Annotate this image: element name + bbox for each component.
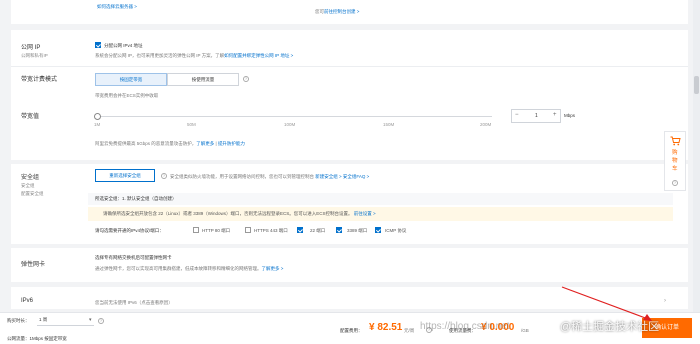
security-group-sublabel-2: 配置安全组: [21, 191, 44, 196]
security-group-sublabel: 安全组: [21, 183, 35, 188]
port-checkbox[interactable]: [375, 227, 381, 233]
fixed-bandwidth-button[interactable]: 按固定带宽: [95, 73, 167, 86]
minus-button[interactable]: −: [515, 112, 519, 118]
public-ip-sublabel: 公网和私有IP: [21, 53, 48, 58]
bandwidth-slider-handle[interactable]: [94, 113, 101, 120]
slider-tick: 200M: [480, 122, 492, 127]
watermark-url: https://blog.csdn.net: [420, 321, 510, 332]
top-section: 如何选择云服务器 > 您可 前往控制台创建 >: [11, 0, 688, 24]
console-link[interactable]: 前往控制台创建 >: [324, 9, 359, 15]
eni-panel: [11, 248, 688, 282]
public-ip-label: 公网 IP: [21, 45, 41, 51]
help-icon[interactable]: ?: [243, 76, 249, 82]
warning-text: 请确保所选安全组开放包含 22（Linux）或者 3389（Windows）端口…: [103, 211, 376, 216]
public-traffic-label: 公网流量：1Mbps 按固定带宽: [7, 336, 67, 341]
learn-more-link[interactable]: 了解更多: [196, 141, 214, 146]
billing-label: 带宽计费模式: [21, 77, 58, 83]
port-label: 3389 端口: [347, 228, 368, 233]
port-checkbox[interactable]: [336, 227, 342, 233]
config-fee-value: ¥ 82.51: [369, 322, 403, 333]
selected-group-row: 所选安全组：1. 默认安全组（自动创建）: [88, 193, 673, 205]
duration-label: 购买时长：: [7, 318, 30, 323]
port-warning: 请确保所选安全组开放包含 22（Linux）或者 3389（Windows）端口…: [88, 207, 673, 221]
eni-learn-more-link[interactable]: 了解更多 >: [262, 266, 284, 271]
port-label: HTTPS 443 端口: [254, 228, 288, 233]
go-settings-link[interactable]: 前往设置 >: [354, 211, 376, 216]
bandwidth-label: 带宽值: [21, 114, 40, 120]
help-icon[interactable]: ?: [672, 180, 678, 186]
public-ip-checkbox[interactable]: [95, 42, 101, 48]
eni-label: 弹性网卡: [21, 262, 46, 268]
ddos-link[interactable]: 提升防护能力: [218, 141, 245, 146]
port-label: 22 端口: [310, 228, 326, 233]
scrollbar[interactable]: [693, 0, 700, 344]
ports-label: 请勾选需要开通的IPv4协议/端口：: [95, 228, 164, 233]
eni-desc: 选择专有网络交换机后可配置弹性网卡: [95, 255, 172, 260]
bandwidth-value[interactable]: 1: [535, 113, 538, 119]
billing-desc: 带宽费用会并在ECS实例中收取: [95, 93, 159, 98]
traffic-fee-unit: /GB: [521, 328, 529, 333]
public-ip-checkbox-label: 分配公网 IPv4 地址: [104, 43, 143, 48]
slider-tick: 1M: [94, 122, 101, 127]
duration-select[interactable]: 1 周 ▾: [37, 315, 94, 326]
traffic-billing-button[interactable]: 按使用流量: [167, 73, 239, 86]
port-checkbox[interactable]: [193, 227, 199, 233]
page: 如何选择云服务器 > 您可 前往控制台创建 > 公网 IP 公网和私有IP 分配…: [0, 0, 700, 344]
side-cart[interactable]: 购物车 ?: [664, 131, 686, 191]
bandwidth-desc: 阿里云免费提供最高 5Gbps 的恶意流量攻击防护，了解更多 | 提升防护能力: [95, 141, 245, 146]
ipv6-desc: 您当前无法使用 IPv6（点击查看原因）: [95, 300, 173, 305]
security-group-label: 安全组: [21, 175, 40, 181]
bandwidth-unit: Mbps: [564, 113, 576, 118]
watermark-brand: @稀土掘金技术社区: [560, 321, 660, 333]
chevron-down-icon: ▾: [89, 317, 92, 323]
scrollbar-thumb[interactable]: [694, 76, 699, 94]
bandwidth-stepper[interactable]: − 1 +: [511, 109, 561, 123]
public-ip-desc: 系统会分配公网 IP，也可采用更加灵活的弹性公网 IP 方案，了解如何配置并绑定…: [95, 53, 294, 58]
eni-desc-2: 通过弹性网卡，您可以实现高可用集群搭建，低成本故障转移和精细化的网络管理。了解更…: [95, 266, 284, 271]
console-prefix: 您可: [315, 9, 324, 14]
slider-tick: 150M: [383, 122, 395, 127]
security-group-desc: 安全组类似防火墙功能，用于设置网络访问控制，您也可以到管理控制台 新建安全组 >…: [170, 174, 370, 179]
choose-server-link[interactable]: 如何选择云服务器 >: [97, 4, 137, 10]
duration-value: 1 周: [39, 317, 48, 322]
divider: [11, 66, 688, 67]
port-label: HTTP 80 端口: [202, 228, 231, 233]
slider-tick: 100M: [284, 122, 296, 127]
chevron-right-icon[interactable]: ›: [664, 298, 666, 304]
slider-tick: 50M: [187, 122, 196, 127]
port-checkbox[interactable]: [245, 227, 251, 233]
plus-button[interactable]: +: [553, 112, 557, 118]
eip-link[interactable]: 如何配置并绑定弹性公网 IP 地址 >: [224, 53, 293, 58]
cart-label: 购物车: [672, 150, 678, 172]
help-icon[interactable]: ?: [161, 173, 167, 179]
security-group-faq-link[interactable]: 安全组FAQ >: [343, 174, 369, 179]
config-fee-unit: 元/周: [404, 328, 415, 333]
reselect-security-group-button[interactable]: 重新选择安全组: [95, 169, 155, 182]
port-label: ICMP 协议: [385, 228, 407, 233]
cart-icon: [670, 136, 681, 146]
bandwidth-slider-track[interactable]: [97, 116, 492, 117]
config-fee-label: 配置费用：: [340, 328, 363, 333]
port-checkbox[interactable]: [297, 227, 303, 233]
selected-group-text: 所选安全组：1. 默认安全组（自动创建）: [95, 196, 177, 201]
help-icon[interactable]: ?: [98, 318, 104, 324]
ipv6-label: IPv6: [21, 298, 34, 304]
create-security-group-link[interactable]: 新建安全组 >: [315, 174, 341, 179]
